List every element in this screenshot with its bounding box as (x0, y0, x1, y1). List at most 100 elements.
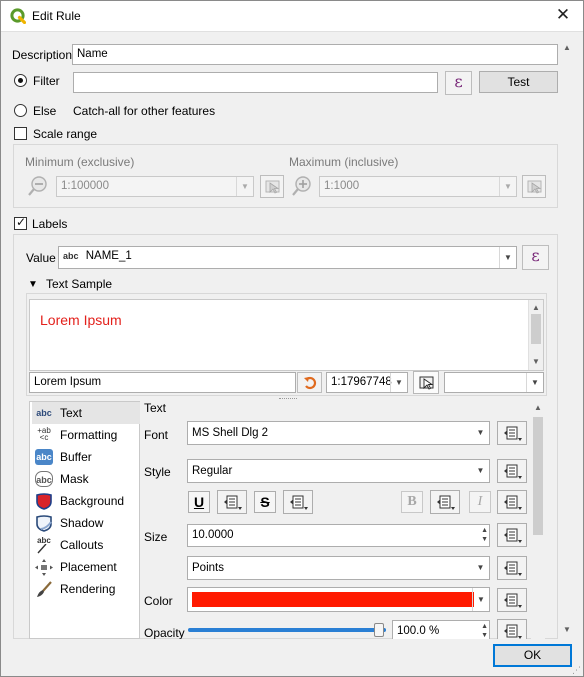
scale-range-checkbox[interactable] (14, 127, 27, 140)
opacity-slider-handle[interactable] (374, 623, 384, 637)
filter-input[interactable] (73, 72, 438, 93)
opacity-slider-track[interactable] (188, 628, 386, 632)
font-combo[interactable]: MS Shell Dlg 2 ▼ (187, 421, 490, 445)
style-value: Regular (192, 465, 233, 477)
strikeout-button[interactable]: S (254, 491, 276, 513)
background-color-combo[interactable]: ▼ (444, 372, 544, 393)
preview-scrollbar[interactable]: ▲ ▼ (528, 300, 543, 370)
scroll-thumb[interactable] (531, 314, 541, 344)
scroll-up-arrow[interactable]: ▲ (560, 43, 574, 52)
labels-checkbox[interactable] (14, 215, 27, 230)
italic-button[interactable]: I (469, 491, 491, 513)
chevron-down-icon: ▼ (390, 373, 407, 392)
chevron-down-icon: ▼ (472, 588, 489, 611)
properties-scrollbar[interactable]: ▲ (531, 401, 545, 639)
value-label: Value (26, 251, 56, 265)
background-icon (36, 493, 52, 510)
rendering-icon (37, 581, 52, 597)
style-label: Style (144, 465, 171, 479)
font-label: Font (144, 428, 169, 442)
preview-scale-combo[interactable]: 1:17967748 ▼ (326, 372, 408, 393)
size-unit-value: Points (192, 562, 224, 574)
reset-sample-button[interactable] (297, 372, 322, 393)
scroll-up-arrow[interactable]: ▲ (529, 303, 543, 312)
style-combo[interactable]: Regular ▼ (187, 459, 490, 483)
map-cursor-icon (265, 180, 280, 194)
collapse-triangle-icon[interactable]: ▼ (28, 279, 38, 290)
list-item-callouts[interactable]: abc Callouts (32, 534, 140, 556)
color-button[interactable]: ▼ (187, 587, 490, 612)
list-item-formatting[interactable]: +ab <c Formatting (32, 424, 140, 446)
size-spinbox[interactable]: 10.0000 ▲ ▼ (187, 524, 490, 547)
color-label: Color (144, 594, 173, 608)
scroll-thumb[interactable] (533, 417, 543, 535)
value-expression-button[interactable]: ε (522, 245, 549, 270)
chevron-down-icon: ▼ (499, 247, 516, 268)
expression-icon: ε (454, 72, 463, 91)
underline-button[interactable]: U (188, 491, 210, 513)
scale-range-label: Scale range (33, 127, 98, 141)
bold-data-defined-button[interactable] (430, 490, 460, 514)
style-data-defined-button[interactable] (497, 459, 527, 483)
preview-current-scale-button[interactable] (413, 371, 439, 394)
unit-data-defined-button[interactable] (497, 556, 527, 580)
buffer-icon: abc (35, 449, 53, 465)
opacity-label: Opacity (144, 626, 185, 640)
ok-button[interactable]: OK (493, 644, 572, 667)
chevron-down-icon: ▼ (499, 177, 516, 196)
list-item-buffer[interactable]: abc Buffer (32, 446, 140, 468)
spin-arrows-icon[interactable]: ▲ ▼ (481, 622, 488, 640)
description-input[interactable]: Name (72, 44, 558, 65)
chevron-down-icon: ▼ (236, 177, 253, 196)
edit-rule-dialog: Edit Rule ✕ Description Name ▲ ▼ Filter … (0, 0, 584, 677)
test-button[interactable]: Test (479, 71, 558, 93)
mask-icon: abc (35, 471, 53, 487)
underline-data-defined-button[interactable] (217, 490, 247, 514)
minimum-scale-value: 1:100000 (61, 180, 109, 192)
minimum-scale-combo[interactable]: 1:100000 ▼ (56, 176, 254, 197)
list-item-placement[interactable]: Placement (32, 556, 140, 578)
window-title: Edit Rule (32, 9, 81, 23)
dialog-scrollbar[interactable]: ▲ ▼ (559, 39, 575, 639)
list-item-rendering[interactable]: Rendering (32, 578, 140, 600)
maximum-scale-combo[interactable]: 1:1000 ▼ (319, 176, 517, 197)
list-item-shadow[interactable]: Shadow (32, 512, 140, 534)
filter-radio[interactable] (14, 74, 27, 87)
data-defined-override-icon (224, 495, 242, 510)
scroll-down-arrow[interactable]: ▼ (529, 357, 543, 366)
map-cursor-icon (419, 376, 434, 390)
font-value: MS Shell Dlg 2 (192, 427, 269, 439)
minimum-label: Minimum (exclusive) (25, 155, 135, 169)
font-data-defined-button[interactable] (497, 421, 527, 445)
value-field-combo[interactable]: abc NAME_1 ▼ (58, 246, 517, 269)
else-radio[interactable] (14, 104, 27, 117)
placement-icon (35, 559, 53, 576)
resize-grip-icon[interactable]: ⋰ (572, 665, 581, 676)
color-data-defined-button[interactable] (497, 588, 527, 612)
sample-text-input[interactable]: Lorem Ipsum (29, 372, 296, 393)
spin-arrows-icon[interactable]: ▲ ▼ (481, 526, 488, 544)
list-item-text[interactable]: abc Text (32, 402, 140, 424)
size-unit-combo[interactable]: Points ▼ (187, 556, 490, 580)
data-defined-override-icon (504, 593, 522, 608)
list-item-mask[interactable]: abc Mask (32, 468, 140, 490)
italic-data-defined-button[interactable] (497, 490, 527, 514)
filter-expression-button[interactable]: ε (445, 71, 472, 95)
minimum-current-scale-button[interactable] (260, 175, 284, 198)
data-defined-override-icon (504, 624, 522, 639)
splitter-handle[interactable] (279, 398, 297, 400)
text-preview-area: Lorem Ipsum ▲ ▼ (29, 299, 544, 371)
strikeout-data-defined-button[interactable] (283, 490, 313, 514)
close-button[interactable]: ✕ (551, 4, 575, 28)
scroll-down-arrow[interactable]: ▼ (560, 625, 574, 634)
bold-button[interactable]: B (401, 491, 423, 513)
description-label: Description (12, 48, 73, 62)
label-settings-list: abc Text +ab <c Formatting abc Buffer ab… (29, 401, 140, 639)
opacity-slider-fill (188, 628, 386, 632)
list-item-background[interactable]: Background (32, 490, 140, 512)
preview-text: Lorem Ipsum (40, 312, 122, 328)
zoom-out-icon (28, 176, 47, 196)
scroll-up-arrow[interactable]: ▲ (531, 403, 545, 412)
size-data-defined-button[interactable] (497, 523, 527, 547)
maximum-current-scale-button[interactable] (522, 175, 546, 198)
